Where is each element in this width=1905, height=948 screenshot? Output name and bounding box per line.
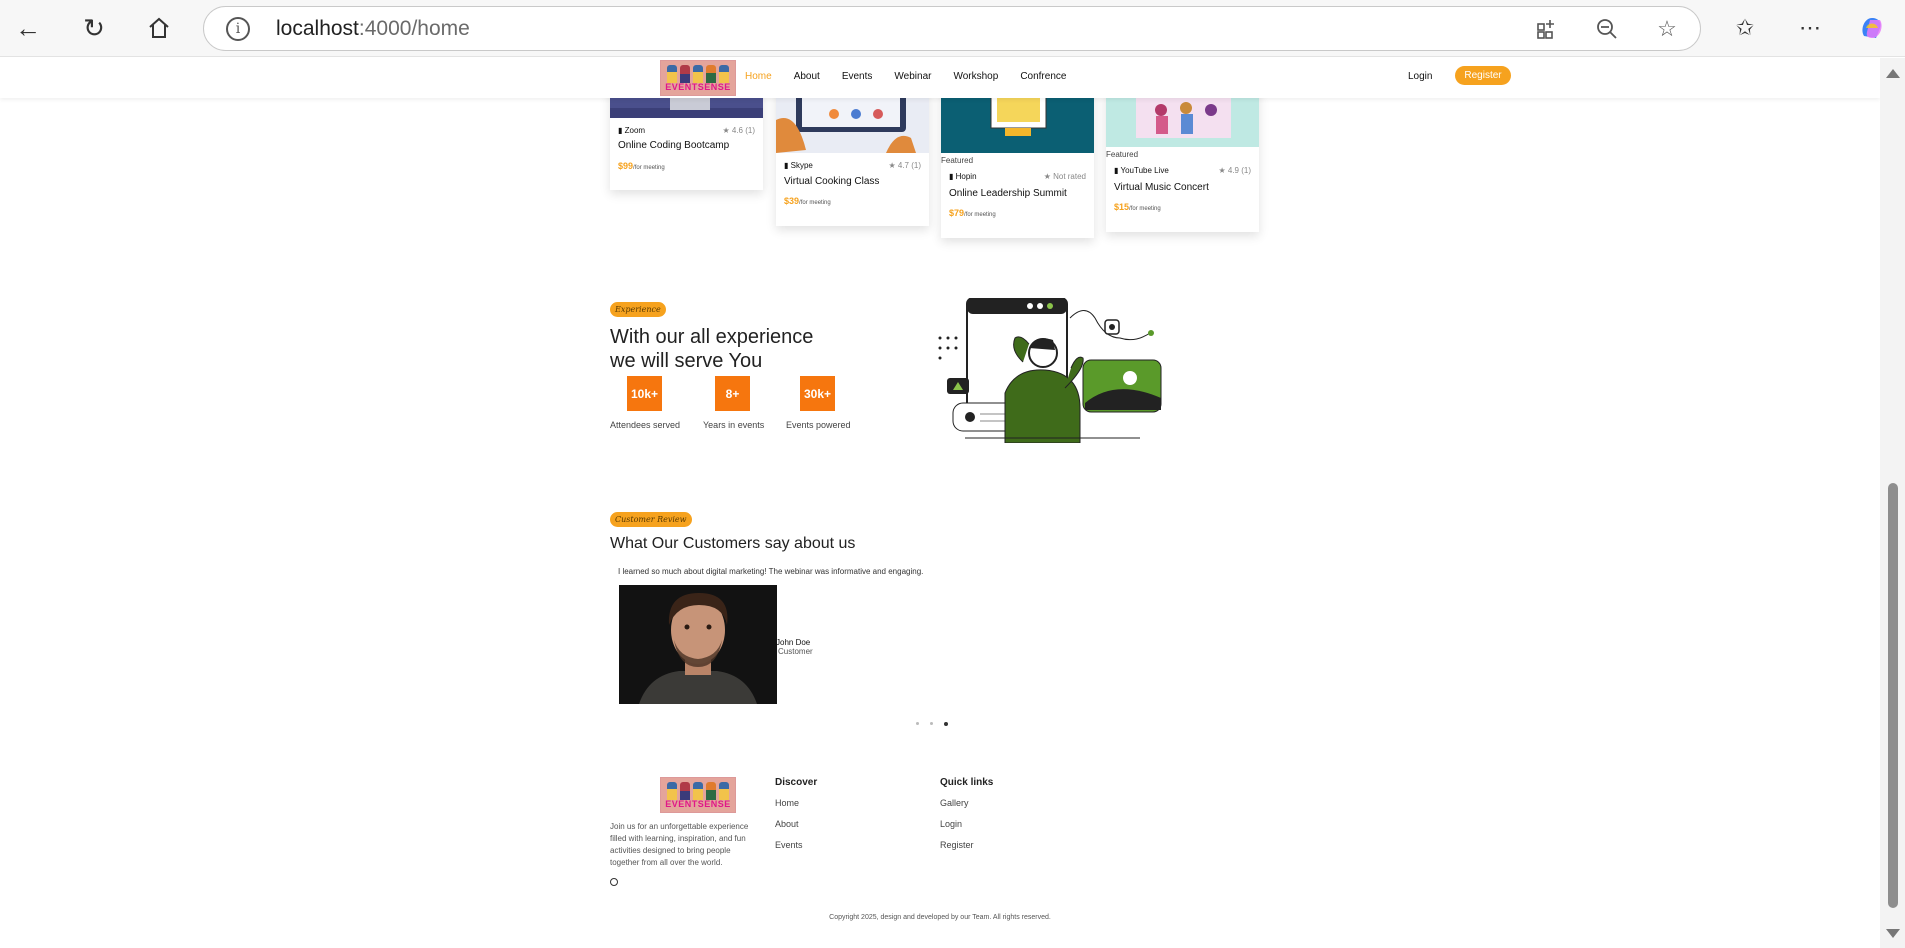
copyright-text: Copyright 2025, design and developed by … <box>829 914 1051 921</box>
event-title: Virtual Music Concert <box>1114 182 1209 193</box>
stat-label: Events powered <box>786 420 851 430</box>
register-button[interactable]: Register <box>1455 66 1511 85</box>
nav-home[interactable]: Home <box>745 71 772 82</box>
rating: ★ 4.7 (1) <box>888 161 921 170</box>
address-bar[interactable]: i localhost:4000/home ☆ <box>203 6 1701 51</box>
stat-label: Attendees served <box>610 420 681 430</box>
reviewer-photo <box>619 585 777 704</box>
event-price: $15/for meeting <box>1114 202 1161 212</box>
experience-illustration <box>938 298 1162 443</box>
favorites-icon[interactable]: ✩ <box>1729 12 1761 44</box>
event-price: $79/for meeting <box>949 208 996 218</box>
featured-label: Featured <box>941 156 974 165</box>
page-scrollbar[interactable] <box>1880 58 1905 948</box>
event-title: Online Leadership Summit <box>949 188 1067 199</box>
review-quote: I learned so much about digital marketin… <box>618 567 924 576</box>
nav-workshop[interactable]: Workshop <box>953 71 998 82</box>
site-logo[interactable]: EVENTSENSE <box>660 60 736 96</box>
browser-toolbar: ← ↻ i localhost:4000/home ☆ ✩ ⋯ <box>0 0 1905 57</box>
back-icon[interactable]: ← <box>10 10 46 46</box>
web-page: EVENTSENSE Home About Events Webinar Wor… <box>0 58 1880 948</box>
platform-label: ▮ Skype <box>784 161 813 170</box>
home-icon[interactable] <box>141 10 177 46</box>
carousel-dot-active[interactable] <box>944 722 948 726</box>
event-title: Virtual Cooking Class <box>784 176 880 187</box>
footer-about: Join us for an unforgettable experience … <box>610 822 749 867</box>
platform-label: ▮ YouTube Live <box>1114 166 1169 175</box>
apps-icon[interactable] <box>1533 15 1561 43</box>
footer-link-about[interactable]: About <box>775 819 799 829</box>
favorite-star-icon[interactable]: ☆ <box>1653 15 1681 43</box>
carousel-dots <box>916 722 948 726</box>
footer-link-register[interactable]: Register <box>940 840 974 850</box>
scroll-thumb[interactable] <box>1888 483 1898 908</box>
platform-label: ▮ Zoom <box>618 126 646 135</box>
nav-events[interactable]: Events <box>842 71 873 82</box>
footer-logo[interactable]: EVENTSENSE <box>660 777 736 813</box>
rating: ★ 4.6 (1) <box>722 126 755 135</box>
footer-link-home[interactable]: Home <box>775 798 799 808</box>
login-link[interactable]: Login <box>1408 71 1432 82</box>
copilot-icon[interactable] <box>1856 12 1888 44</box>
stat-attendees: 10k+ <box>627 376 662 411</box>
carousel-dot[interactable] <box>916 722 919 725</box>
event-card[interactable]: Featured ▮ YouTube Live ★ 4.9 (1) Virtual… <box>1106 80 1259 232</box>
event-card[interactable]: Featured ▮ Hopin ★ Not rated Online Leade… <box>941 80 1094 238</box>
footer-link-events[interactable]: Events <box>775 840 803 850</box>
nav-about[interactable]: About <box>794 71 820 82</box>
nav-links: Home About Events Webinar Workshop Confr… <box>745 71 1088 82</box>
more-icon[interactable]: ⋯ <box>1794 12 1826 44</box>
site-info-icon[interactable]: i <box>226 17 250 41</box>
github-icon[interactable] <box>610 878 618 886</box>
footer-quick-title: Quick links <box>940 777 994 788</box>
event-title: Online Coding Bootcamp <box>618 140 730 151</box>
scroll-down-icon[interactable] <box>1886 929 1900 938</box>
url-text[interactable]: localhost:4000/home <box>276 17 470 41</box>
reload-icon[interactable]: ↻ <box>76 10 112 46</box>
experience-heading: With our all experience we will serve Yo… <box>610 326 814 372</box>
review-heading: What Our Customers say about us <box>610 535 856 552</box>
reviewer-name: John Doe <box>776 638 811 647</box>
footer-discover-title: Discover <box>775 777 818 788</box>
rating: ★ 4.9 (1) <box>1218 166 1251 175</box>
event-card[interactable]: ▮ Skype ★ 4.7 (1) Virtual Cooking Class $… <box>776 80 929 226</box>
featured-label: Featured <box>1106 150 1139 159</box>
zoom-out-icon[interactable] <box>1593 15 1621 43</box>
carousel-dot[interactable] <box>930 722 933 725</box>
footer-link-gallery[interactable]: Gallery <box>940 798 969 808</box>
rating: ★ Not rated <box>1043 172 1086 181</box>
reviewer-role: Customer <box>778 647 813 656</box>
experience-tag: Experience <box>610 302 666 317</box>
event-price: $99/for meeting <box>618 161 665 171</box>
scroll-up-icon[interactable] <box>1886 69 1900 78</box>
stat-label: Years in events <box>703 420 765 430</box>
review-tag: Customer Review <box>610 512 692 527</box>
stat-years: 8+ <box>715 376 750 411</box>
nav-webinar[interactable]: Webinar <box>894 71 931 82</box>
stat-events: 30k+ <box>800 376 835 411</box>
footer-link-login[interactable]: Login <box>940 819 962 829</box>
event-price: $39/for meeting <box>784 196 831 206</box>
platform-label: ▮ Hopin <box>949 172 977 181</box>
nav-confrence[interactable]: Confrence <box>1020 71 1066 82</box>
site-navbar: EVENTSENSE Home About Events Webinar Wor… <box>0 58 1880 98</box>
